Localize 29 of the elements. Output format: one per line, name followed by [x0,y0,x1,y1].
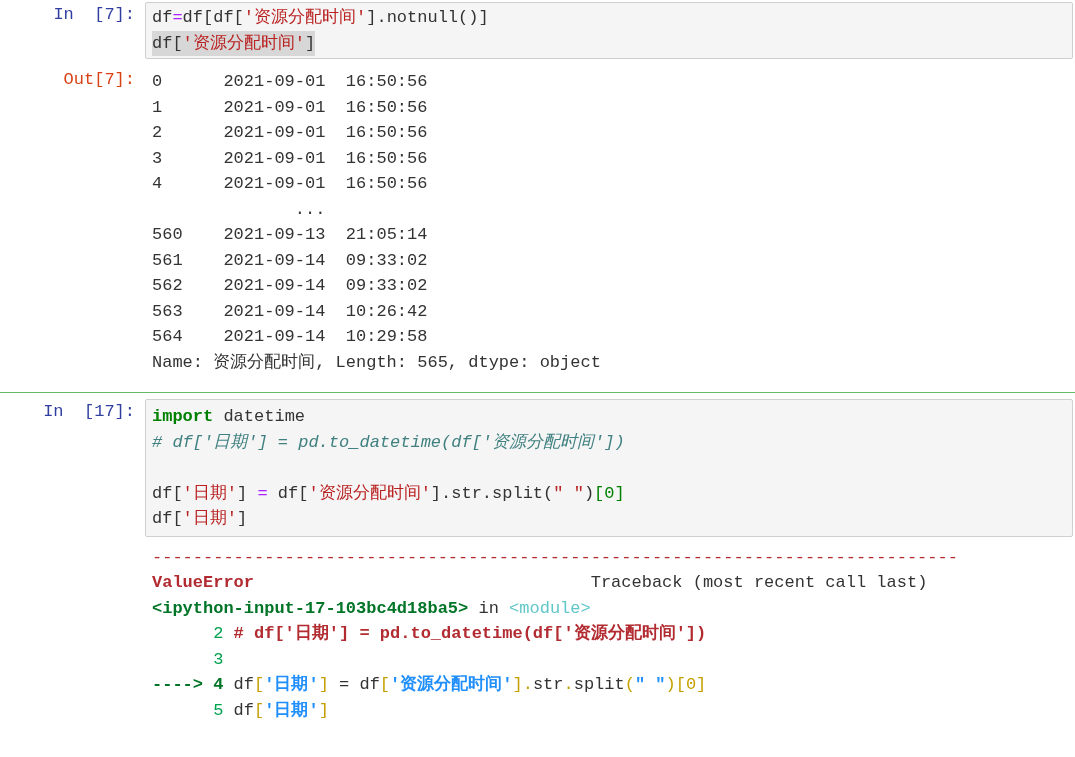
traceback-line: 3 [213,648,224,671]
output-prompt: Out[7]: [63,69,135,91]
output-line: Name: 资源分配时间, Length: 565, dtype: object [152,351,601,374]
traceback-line: 5 df['日期'] [213,699,329,722]
output-line: 563 2021-09-14 10:26:42 [152,300,428,323]
code-input-area[interactable]: import datetime # df['日期'] = pd.to_datetime(df['资源分配时间']) df['日期'] = df['资源分配时间'].str.split(" ")[0] df['日期'] [145,399,1073,537]
traceback-line: ValueError Traceback (most recent call last) [152,572,928,594]
traceback-line: ----> 4 df['日期'] = df['资源分配时间'].str.split(" ")[0] [152,673,707,696]
code-line: df['日期'] = df['资源分配时间'].str.split(" ")[0] [152,482,625,505]
code-input-area[interactable]: df=df[df['资源分配时间'].notnull()] df['资源分配时间'] [145,2,1073,59]
output-line: 0 2021-09-01 16:50:56 [152,71,428,93]
code-line: df=df[df['资源分配时间'].notnull()] [152,7,489,29]
input-prompt: In [7]: [53,4,135,26]
output-line: 2 2021-09-01 16:50:56 [152,122,428,144]
output-line: 4 2021-09-01 16:50:56 [152,173,428,195]
output-line: 3 2021-09-01 16:50:56 [152,147,428,170]
traceback-rule: ------------------------------------------------------------------------------- [152,546,958,569]
output-line: 1 2021-09-01 16:50:56 [152,96,428,119]
output-line: ... [293,198,326,221]
output-line: 564 2021-09-14 10:29:58 [152,326,428,348]
code-line: import datetime [152,406,306,428]
code-line: df['日期'] [152,508,248,530]
input-prompt: In [17]: [43,401,135,423]
output-line: 561 2021-09-14 09:33:02 [152,249,428,272]
output-line: 562 2021-09-14 09:33:02 [152,275,428,297]
output-line: 560 2021-09-13 21:05:14 [152,224,428,246]
traceback-line: 2 # df['日期'] = pd.to_datetime(df['资源分配时间']) [213,622,707,645]
traceback-line: <ipython-input-17-103bc4d18ba5> in <module> [152,597,591,620]
code-line: # df['日期'] = pd.to_datetime(df['资源分配时间']) [152,431,625,454]
